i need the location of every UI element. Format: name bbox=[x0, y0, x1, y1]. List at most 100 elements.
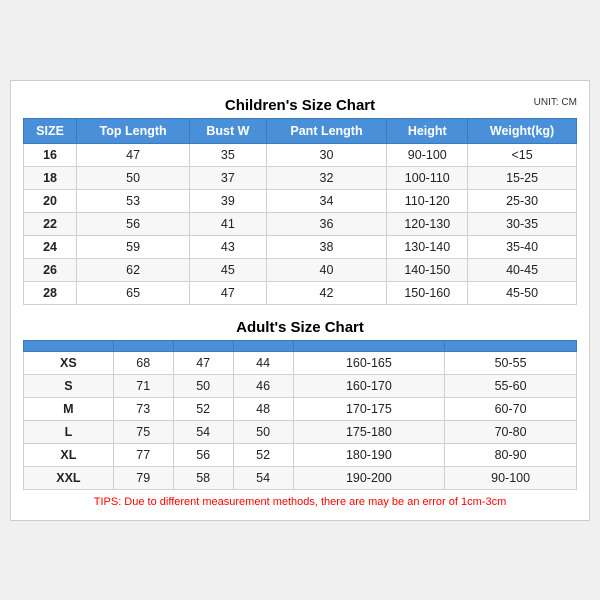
table-cell: 46 bbox=[233, 374, 293, 397]
table-cell: 90-100 bbox=[445, 466, 577, 489]
table-cell: 47 bbox=[173, 351, 233, 374]
children-size-table: SIZE Top Length Bust W Pant Length Heigh… bbox=[23, 118, 577, 305]
table-cell: 30 bbox=[266, 143, 387, 166]
table-cell: 32 bbox=[266, 166, 387, 189]
table-cell: 120-130 bbox=[387, 212, 468, 235]
table-row: L755450175-18070-80 bbox=[24, 420, 577, 443]
table-cell: 45 bbox=[190, 258, 266, 281]
table-cell: 80-90 bbox=[445, 443, 577, 466]
table-row: 1647353090-100<15 bbox=[24, 143, 577, 166]
table-cell: 35 bbox=[190, 143, 266, 166]
table-cell: 24 bbox=[24, 235, 77, 258]
table-cell: 110-120 bbox=[387, 189, 468, 212]
table-cell: 68 bbox=[113, 351, 173, 374]
table-cell: 71 bbox=[113, 374, 173, 397]
table-row: 20533934110-12025-30 bbox=[24, 189, 577, 212]
table-row: 22564136120-13030-35 bbox=[24, 212, 577, 235]
col-header-pant-length: Pant Length bbox=[266, 118, 387, 143]
col-header-bust-w: Bust W bbox=[190, 118, 266, 143]
table-cell: 47 bbox=[190, 281, 266, 304]
table-cell: 54 bbox=[233, 466, 293, 489]
table-cell: 55-60 bbox=[445, 374, 577, 397]
table-cell: 43 bbox=[190, 235, 266, 258]
table-cell: 56 bbox=[173, 443, 233, 466]
adult-title-text: Adult's Size Chart bbox=[236, 319, 364, 336]
children-header-row: SIZE Top Length Bust W Pant Length Heigh… bbox=[24, 118, 577, 143]
table-row: XXL795854190-20090-100 bbox=[24, 466, 577, 489]
table-cell: XXL bbox=[24, 466, 114, 489]
table-cell: <15 bbox=[468, 143, 577, 166]
table-cell: 16 bbox=[24, 143, 77, 166]
table-cell: 18 bbox=[24, 166, 77, 189]
adult-col-header-height bbox=[293, 340, 445, 351]
table-row: XS684744160-16550-55 bbox=[24, 351, 577, 374]
table-cell: 90-100 bbox=[387, 143, 468, 166]
table-cell: 40-45 bbox=[468, 258, 577, 281]
table-cell: M bbox=[24, 397, 114, 420]
table-cell: 160-170 bbox=[293, 374, 445, 397]
table-cell: 42 bbox=[266, 281, 387, 304]
table-row: 26624540140-15040-45 bbox=[24, 258, 577, 281]
table-cell: 59 bbox=[77, 235, 190, 258]
table-cell: XL bbox=[24, 443, 114, 466]
table-cell: 39 bbox=[190, 189, 266, 212]
adult-col-header-pant-length bbox=[233, 340, 293, 351]
table-cell: 62 bbox=[77, 258, 190, 281]
tips-text: TIPS: Due to different measurement metho… bbox=[23, 490, 577, 510]
table-cell: 15-25 bbox=[468, 166, 577, 189]
adult-section-title: Adult's Size Chart bbox=[23, 313, 577, 340]
table-cell: 79 bbox=[113, 466, 173, 489]
size-chart-container: Children's Size Chart UNIT: CM SIZE Top … bbox=[10, 80, 590, 521]
table-cell: 50-55 bbox=[445, 351, 577, 374]
table-cell: 37 bbox=[190, 166, 266, 189]
table-cell: 40 bbox=[266, 258, 387, 281]
col-header-size: SIZE bbox=[24, 118, 77, 143]
table-cell: 130-140 bbox=[387, 235, 468, 258]
table-cell: 60-70 bbox=[445, 397, 577, 420]
table-cell: 140-150 bbox=[387, 258, 468, 281]
table-cell: 160-165 bbox=[293, 351, 445, 374]
table-cell: 75 bbox=[113, 420, 173, 443]
table-cell: 150-160 bbox=[387, 281, 468, 304]
table-cell: 50 bbox=[233, 420, 293, 443]
table-cell: 77 bbox=[113, 443, 173, 466]
table-cell: 35-40 bbox=[468, 235, 577, 258]
col-header-weight: Weight(kg) bbox=[468, 118, 577, 143]
table-cell: 25-30 bbox=[468, 189, 577, 212]
table-cell: 36 bbox=[266, 212, 387, 235]
table-cell: S bbox=[24, 374, 114, 397]
children-title-text: Children's Size Chart bbox=[225, 97, 375, 114]
table-cell: L bbox=[24, 420, 114, 443]
table-cell: 34 bbox=[266, 189, 387, 212]
adult-col-header-size bbox=[24, 340, 114, 351]
adult-col-header-weight bbox=[445, 340, 577, 351]
table-cell: 44 bbox=[233, 351, 293, 374]
table-cell: 100-110 bbox=[387, 166, 468, 189]
table-cell: 52 bbox=[233, 443, 293, 466]
table-cell: 20 bbox=[24, 189, 77, 212]
table-cell: 22 bbox=[24, 212, 77, 235]
table-cell: 38 bbox=[266, 235, 387, 258]
adult-col-header-top-length bbox=[113, 340, 173, 351]
children-section-title: Children's Size Chart UNIT: CM bbox=[23, 91, 577, 118]
table-cell: 52 bbox=[173, 397, 233, 420]
table-cell: 26 bbox=[24, 258, 77, 281]
table-cell: 30-35 bbox=[468, 212, 577, 235]
table-cell: 175-180 bbox=[293, 420, 445, 443]
table-cell: 28 bbox=[24, 281, 77, 304]
table-cell: 48 bbox=[233, 397, 293, 420]
table-cell: 190-200 bbox=[293, 466, 445, 489]
col-header-top-length: Top Length bbox=[77, 118, 190, 143]
table-cell: 53 bbox=[77, 189, 190, 212]
table-cell: 73 bbox=[113, 397, 173, 420]
table-cell: 70-80 bbox=[445, 420, 577, 443]
table-cell: 47 bbox=[77, 143, 190, 166]
table-cell: 50 bbox=[77, 166, 190, 189]
table-cell: 45-50 bbox=[468, 281, 577, 304]
table-cell: 170-175 bbox=[293, 397, 445, 420]
table-cell: 65 bbox=[77, 281, 190, 304]
table-row: 28654742150-16045-50 bbox=[24, 281, 577, 304]
table-row: 24594338130-14035-40 bbox=[24, 235, 577, 258]
table-cell: XS bbox=[24, 351, 114, 374]
col-header-height: Height bbox=[387, 118, 468, 143]
